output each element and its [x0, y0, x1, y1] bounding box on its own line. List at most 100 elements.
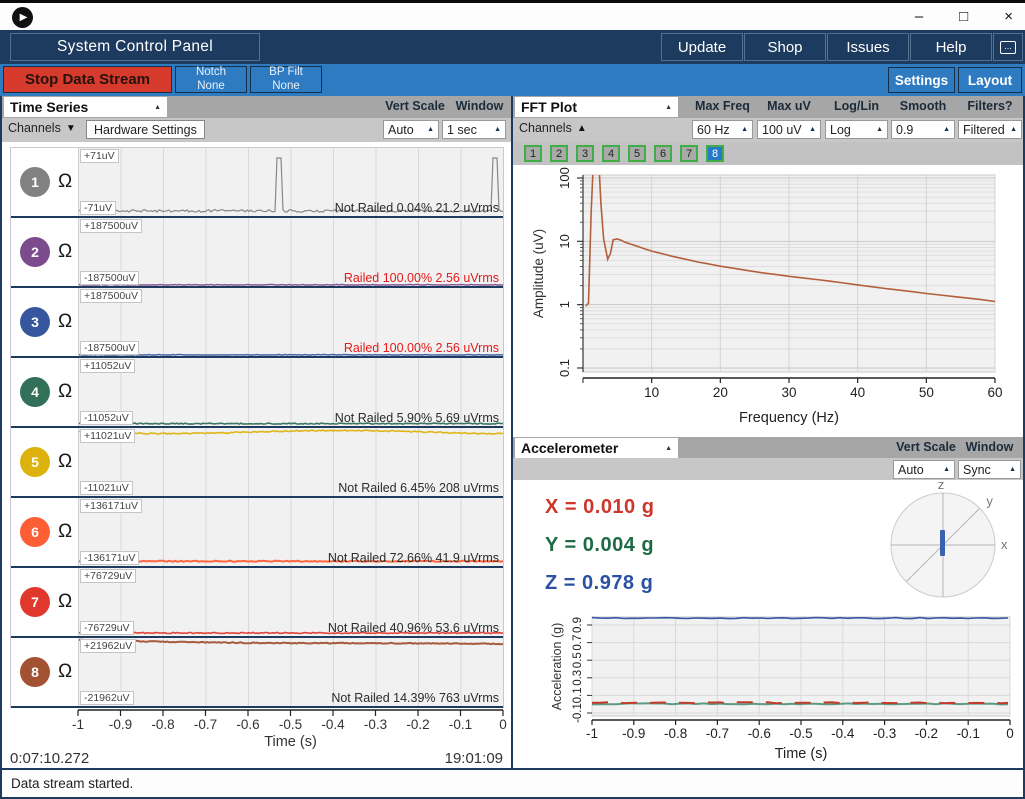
system-control-panel-button[interactable]: System Control Panel — [10, 33, 260, 61]
channel-number-button[interactable]: 4 — [20, 377, 50, 407]
rail-status-label: Railed 100.00% 2.56 uVrms — [343, 341, 499, 355]
channel-lane: 7 Ω +76729uV -76729uV Not Railed 40.96% … — [11, 568, 503, 638]
widget-title: FFT Plot — [521, 99, 577, 115]
svg-text:-0.8: -0.8 — [151, 717, 174, 732]
chevron-up-icon: ▲ — [943, 126, 950, 133]
channel-plot: +71uV -71uV Not Railed 0.04% 21.2 uVrms — [78, 148, 503, 216]
svg-text:-0.9: -0.9 — [622, 726, 645, 741]
impedance-check-button[interactable]: Ω — [58, 311, 72, 333]
header-bar: System Control Panel Update Shop Issues … — [0, 30, 1025, 64]
minimize-button[interactable]: – — [915, 8, 923, 25]
fft-channel-button-7[interactable]: 7 — [680, 145, 698, 162]
impedance-check-button[interactable]: Ω — [58, 171, 72, 193]
max-uv-dropdown[interactable]: 100 uV ▲ — [757, 120, 821, 139]
fft-channel-button-3[interactable]: 3 — [576, 145, 594, 162]
svg-text:-0.1: -0.1 — [572, 703, 584, 723]
vert-scale-dropdown[interactable]: Auto ▲ — [383, 120, 439, 139]
filters-value: Filtered — [963, 122, 1005, 137]
impedance-check-button[interactable]: Ω — [58, 661, 72, 683]
log-lin-dropdown[interactable]: Log ▲ — [825, 120, 888, 139]
fft-channel-button-4[interactable]: 4 — [602, 145, 620, 162]
svg-text:0.1: 0.1 — [557, 359, 572, 377]
fft-widget-dropdown[interactable]: FFT Plot ▲ — [515, 97, 678, 117]
channel-plot: +76729uV -76729uV Not Railed 40.96% 53.6… — [78, 568, 503, 636]
channel-lane: 3 Ω +187500uV -187500uV Railed 100.00% 2… — [11, 288, 503, 358]
svg-text:60: 60 — [987, 385, 1002, 400]
rail-status-label: Railed 100.00% 2.56 uVrms — [343, 271, 499, 285]
accel-vert-scale-value: Auto — [898, 462, 924, 477]
svg-text:-0.5: -0.5 — [789, 726, 812, 741]
accel-window-dropdown[interactable]: Sync ▲ — [958, 460, 1021, 479]
impedance-check-button[interactable]: Ω — [58, 381, 72, 403]
window-dropdown[interactable]: 1 sec ▲ — [442, 120, 506, 139]
help-button[interactable]: Help — [910, 33, 992, 61]
scale-neg-label: -136171uV — [80, 551, 140, 565]
accel-vert-scale-dropdown[interactable]: Auto ▲ — [893, 460, 955, 479]
hardware-settings-button[interactable]: Hardware Settings — [86, 120, 205, 139]
console-log-button[interactable]: ... — [993, 33, 1023, 61]
chevron-up-icon: ▲ — [154, 103, 161, 111]
time-readouts: 0:07:10.272 19:01:09 — [2, 748, 511, 768]
svg-text:-0.6: -0.6 — [236, 717, 259, 732]
update-button[interactable]: Update — [661, 33, 743, 61]
chevron-up-icon: ▲ — [876, 126, 883, 133]
fft-channel-button-5[interactable]: 5 — [628, 145, 646, 162]
settings-button[interactable]: Settings — [888, 67, 955, 93]
layout-button[interactable]: Layout — [958, 67, 1022, 93]
svg-text:-0.6: -0.6 — [748, 726, 771, 741]
time-series-widget-dropdown[interactable]: Time Series ▲ — [4, 97, 167, 117]
svg-text:0.7: 0.7 — [572, 635, 584, 651]
channel-lane: 1 Ω +71uV -71uV Not Railed 0.04% 21.2 uV… — [11, 148, 503, 218]
svg-text:0: 0 — [499, 717, 507, 732]
channel-number-button[interactable]: 6 — [20, 517, 50, 547]
play-icon: ▶ — [19, 12, 28, 23]
channels-toggle-button[interactable]: Channels ▼ — [8, 121, 76, 135]
channel-number-button[interactable]: 5 — [20, 447, 50, 477]
log-lin-value: Log — [830, 122, 851, 137]
fft-channel-button-2[interactable]: 2 — [550, 145, 568, 162]
channels-label: Channels — [8, 121, 61, 135]
rail-status-label: Not Railed 5.90% 5.69 uVrms — [334, 411, 499, 425]
notch-filter-button[interactable]: Notch None — [175, 66, 247, 93]
fft-channel-button-1[interactable]: 1 — [524, 145, 542, 162]
impedance-check-button[interactable]: Ω — [58, 451, 72, 473]
fft-channel-button-8[interactable]: 8 — [706, 145, 724, 162]
channel-controls: 7 Ω — [11, 568, 78, 636]
fft-channel-button-6[interactable]: 6 — [654, 145, 672, 162]
issues-button[interactable]: Issues — [827, 33, 909, 61]
rail-status-label: Not Railed 40.96% 53.6 uVrms — [327, 621, 499, 635]
time-series-widget: Time Series ▲ Vert Scale Window Channels… — [2, 96, 511, 768]
channel-number-button[interactable]: 3 — [20, 307, 50, 337]
channel-number-button[interactable]: 2 — [20, 237, 50, 267]
svg-text:-1: -1 — [586, 726, 598, 741]
fft-channels-toggle-button[interactable]: Channels ▲ — [519, 121, 587, 135]
more-icon: ... — [1000, 40, 1016, 54]
bandpass-filter-button[interactable]: BP Filt None — [250, 66, 322, 93]
stop-data-stream-button[interactable]: Stop Data Stream — [3, 66, 172, 93]
channel-number-button[interactable]: 7 — [20, 587, 50, 617]
time-axis: -1 -0.9 -0.8 -0.7 -0.6 -0.5 -0.4 -0.3 -0.2 -0.1 0T… — [72, 709, 507, 750]
close-button[interactable]: × — [1004, 8, 1013, 25]
accel-toolbar-2: Auto ▲ Sync ▲ — [513, 458, 1023, 480]
svg-text:0.9: 0.9 — [572, 617, 584, 633]
impedance-check-button[interactable]: Ω — [58, 591, 72, 613]
max-freq-dropdown[interactable]: 60 Hz ▲ — [692, 120, 753, 139]
scale-pos-label: +71uV — [80, 149, 119, 163]
filters-dropdown[interactable]: Filtered ▲ — [958, 120, 1022, 139]
svg-text:-0.4: -0.4 — [831, 726, 855, 741]
chevron-up-icon: ▲ — [494, 126, 501, 133]
channel-number-button[interactable]: 1 — [20, 167, 50, 197]
svg-text:10: 10 — [557, 234, 572, 248]
scale-neg-label: -71uV — [80, 201, 117, 215]
channel-number-button[interactable]: 8 — [20, 657, 50, 687]
shop-button[interactable]: Shop — [744, 33, 826, 61]
accel-widget-dropdown[interactable]: Accelerometer ▲ — [515, 438, 678, 458]
svg-text:-0.1: -0.1 — [449, 717, 472, 732]
chevron-up-icon: ▲ — [427, 126, 434, 133]
maximize-button[interactable]: □ — [959, 8, 968, 25]
smooth-dropdown[interactable]: 0.9 ▲ — [891, 120, 955, 139]
impedance-check-button[interactable]: Ω — [58, 241, 72, 263]
triangle-up-icon: ▲ — [576, 122, 587, 134]
impedance-check-button[interactable]: Ω — [58, 521, 72, 543]
svg-text:Acceleration (g): Acceleration (g) — [550, 623, 564, 711]
